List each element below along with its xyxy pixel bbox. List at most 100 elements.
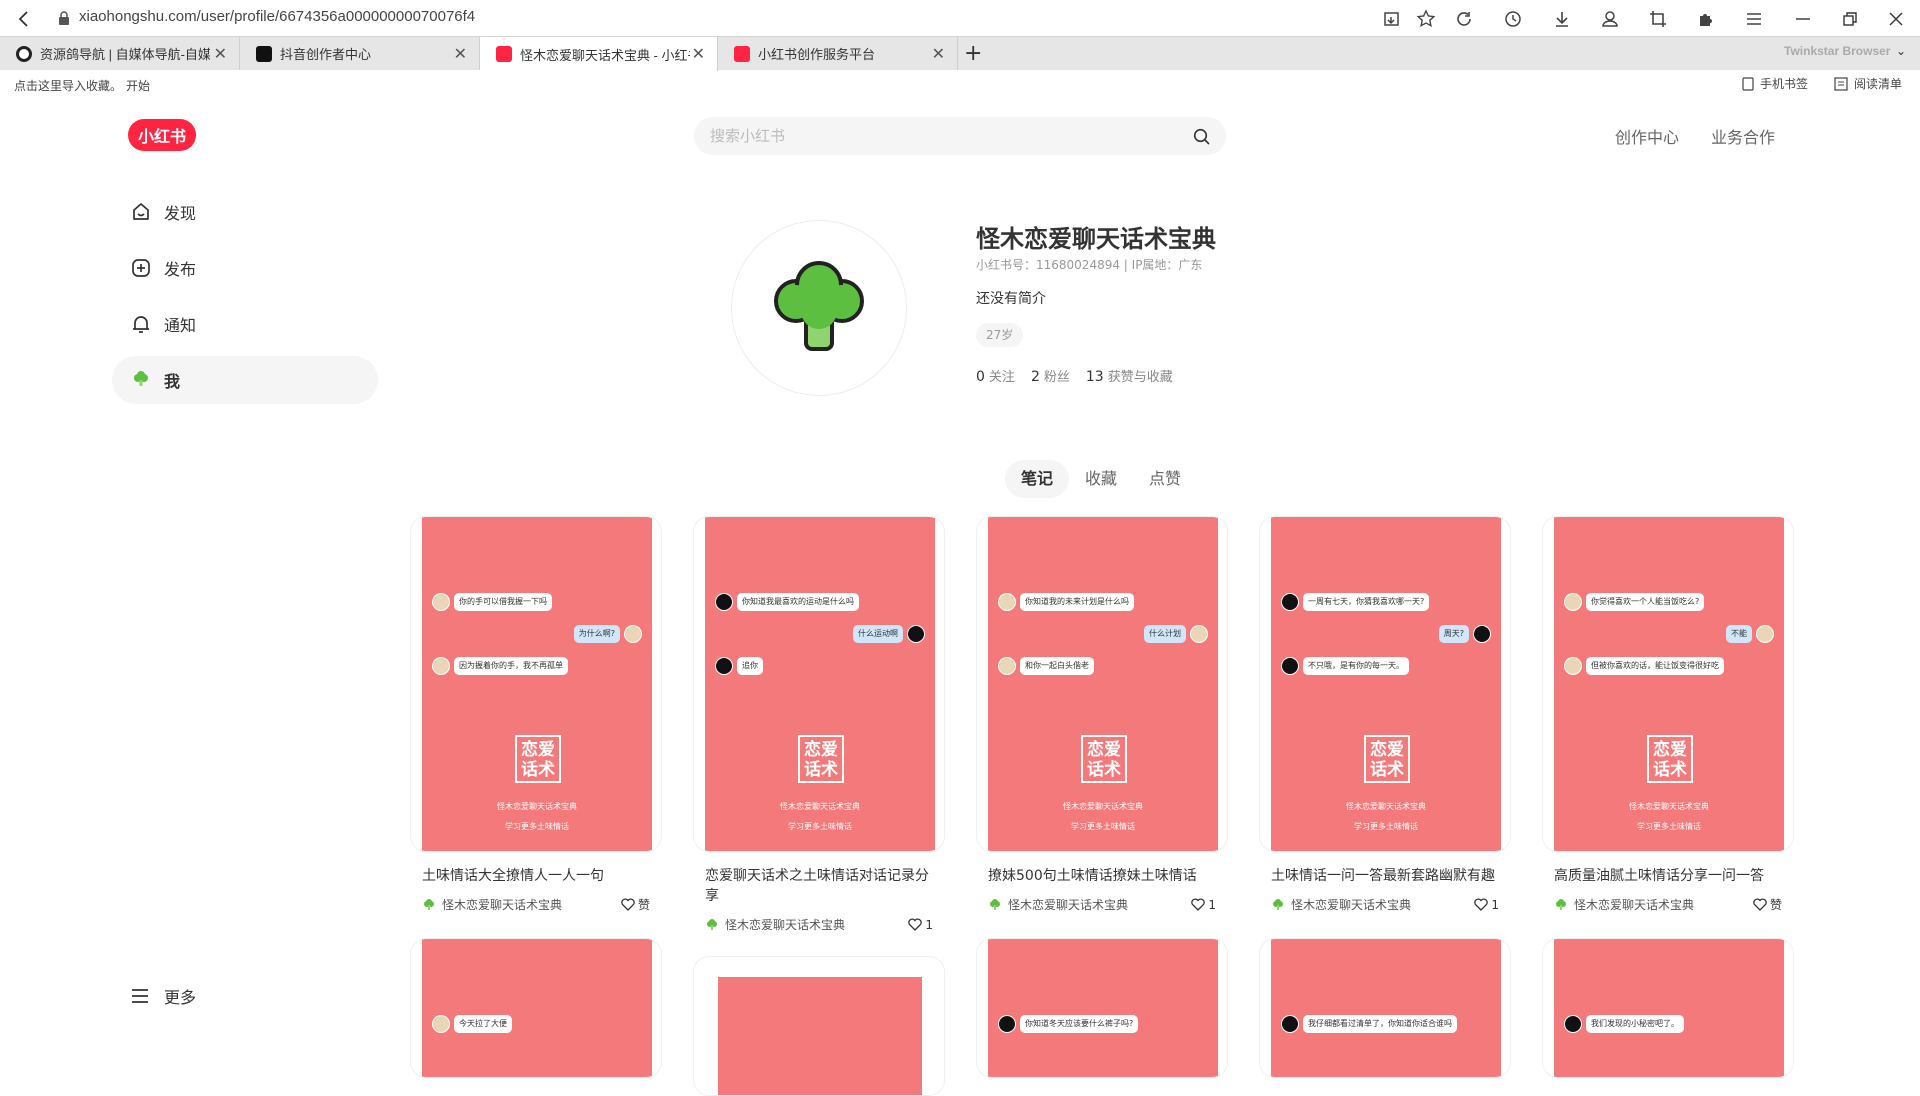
- note-author[interactable]: 怪木恋爱聊天话术宝典: [422, 896, 562, 913]
- browser-tab-1[interactable]: 资源鸽导航 | 自媒体导航-自媒 ✕: [0, 37, 240, 70]
- note-meta: 怪木恋爱聊天话术宝典 赞: [1542, 896, 1794, 913]
- like-button[interactable]: 赞: [621, 896, 650, 913]
- sidebar-item-label: 我: [164, 372, 181, 391]
- note-card[interactable]: 一周有七天，你猜我喜欢哪一天? 周天? 不只哦，是有你的每一天。 恋爱 话术 怪木恋爱聊天…: [1259, 516, 1511, 913]
- close-tab-icon[interactable]: ✕: [454, 44, 467, 64]
- note-title[interactable]: 土味情话大全撩情人一人一句: [410, 866, 662, 886]
- sidebar-more-button[interactable]: 更多: [130, 984, 196, 1008]
- screenshot-icon[interactable]: [1382, 9, 1402, 29]
- new-tab-icon[interactable]: +: [964, 41, 982, 66]
- note-cover[interactable]: 你觉得喜欢一个人能当饭吃么? 不能 但被你喜欢的话，能让饭变得很好吃 恋爱 话术 怪木恋爱…: [1542, 516, 1794, 852]
- like-button[interactable]: 1: [908, 918, 933, 932]
- tab-favicon-icon: [16, 45, 32, 62]
- note-card[interactable]: 我们发现的小秘密吧了。: [1542, 938, 1794, 1078]
- close-window-icon[interactable]: [1886, 9, 1906, 29]
- account-icon[interactable]: [1600, 9, 1620, 29]
- search-input[interactable]: [694, 117, 1154, 155]
- sidebar-item-label: 发布: [164, 260, 197, 279]
- note-cover[interactable]: [693, 956, 945, 1096]
- like-count: 1: [1491, 897, 1499, 912]
- history-icon[interactable]: [1503, 9, 1523, 29]
- following-label: 关注: [988, 370, 1015, 385]
- tab-notes[interactable]: 笔记: [1005, 460, 1070, 498]
- xiaohongshu-logo[interactable]: 小红书: [128, 119, 196, 151]
- note-cover[interactable]: 今天拉了大便: [410, 938, 662, 1078]
- chevron-down-icon[interactable]: ⌄: [1896, 44, 1906, 58]
- following-stat[interactable]: 0 关注: [976, 366, 1015, 385]
- browser-tab-2[interactable]: 抖音创作者中心 ✕: [240, 37, 480, 70]
- star-icon[interactable]: [1416, 9, 1436, 29]
- tab-liked[interactable]: 点赞: [1133, 460, 1197, 498]
- cover-image: 你觉得喜欢一个人能当饭吃么? 不能 但被你喜欢的话，能让饭变得很好吃 恋爱 话术 怪木恋爱…: [1554, 517, 1784, 851]
- note-card[interactable]: 今天拉了大便: [410, 938, 662, 1078]
- note-cover[interactable]: 你知道我最喜欢的运动是什么吗 什么运动啊 追你 恋爱 话术 怪木恋爱聊天话术宝典 学习更多土…: [693, 516, 945, 852]
- note-title[interactable]: 恋爱聊天话术之土味情话对话记录分享: [693, 866, 945, 906]
- hamburger-icon: [132, 989, 148, 1003]
- extensions-icon[interactable]: [1696, 9, 1716, 29]
- note-author[interactable]: 怪木恋爱聊天话术宝典: [1271, 896, 1411, 913]
- profile-avatar[interactable]: [731, 220, 907, 396]
- note-author[interactable]: 怪木恋爱聊天话术宝典: [988, 896, 1128, 913]
- note-cover[interactable]: 你知道冬天应该要什么裤子吗?: [976, 938, 1228, 1078]
- note-cover[interactable]: 一周有七天，你猜我喜欢哪一天? 周天? 不只哦，是有你的每一天。 恋爱 话术 怪木恋爱聊天…: [1259, 516, 1511, 852]
- browser-tab-4[interactable]: 小红书创作服务平台 ✕: [718, 37, 958, 70]
- chat-avatar-dark-icon: [715, 657, 733, 675]
- stamp-line-2: 话术: [1653, 760, 1687, 780]
- cover-caption-2: 学习更多土味情话: [1071, 822, 1135, 831]
- cover-caption-1: 怪木恋爱聊天话术宝典: [1346, 802, 1426, 811]
- note-card[interactable]: 你知道我最喜欢的运动是什么吗 什么运动啊 追你 恋爱 话术 怪木恋爱聊天话术宝典 学习更多土…: [693, 516, 945, 933]
- note-title[interactable]: 撩妹500句土味情话撩妹土味情话: [976, 866, 1228, 886]
- creator-center-link[interactable]: 创作中心: [1615, 124, 1679, 148]
- like-button[interactable]: 1: [1474, 898, 1499, 912]
- back-arrow-icon[interactable]: [14, 9, 34, 29]
- sidebar-item-publish[interactable]: 发布: [112, 244, 378, 292]
- author-avatar-icon: [424, 898, 434, 910]
- close-tab-icon[interactable]: ✕: [692, 44, 705, 64]
- note-title[interactable]: 土味情话一问一答最新套路幽默有趣: [1259, 866, 1511, 886]
- note-card[interactable]: 你知道冬天应该要什么裤子吗?: [976, 938, 1228, 1078]
- restore-icon[interactable]: [1840, 9, 1860, 29]
- refresh-icon[interactable]: [1454, 9, 1474, 29]
- note-author[interactable]: 怪木恋爱聊天话术宝典: [705, 916, 845, 933]
- author-avatar-icon: [990, 898, 1000, 910]
- cover-image: 我们发现的小秘密吧了。: [1554, 939, 1784, 1077]
- search-icon[interactable]: [1193, 128, 1210, 145]
- note-cover[interactable]: 我仔细都看过清单了，你知道你适合谁吗: [1259, 938, 1511, 1078]
- sidebar-item-discover[interactable]: 发现: [112, 188, 378, 236]
- like-button[interactable]: 1: [1191, 898, 1216, 912]
- menu-icon[interactable]: [1744, 9, 1764, 29]
- note-card[interactable]: 你觉得喜欢一个人能当饭吃么? 不能 但被你喜欢的话，能让饭变得很好吃 恋爱 话术 怪木恋爱…: [1542, 516, 1794, 913]
- browser-tab-3[interactable]: 怪木恋爱聊天话术宝典 - 小红书 ✕: [480, 37, 718, 71]
- note-meta: 怪木恋爱聊天话术宝典 赞: [410, 896, 662, 913]
- bookmark-start-link[interactable]: 开始: [126, 77, 150, 94]
- browser-brand: Twinkstar Browser: [1784, 44, 1891, 58]
- chat-bubble: 不能: [1726, 625, 1752, 643]
- business-link[interactable]: 业务合作: [1711, 124, 1775, 148]
- note-card[interactable]: 我仔细都看过清单了，你知道你适合谁吗: [1259, 938, 1511, 1078]
- note-cover[interactable]: 我们发现的小秘密吧了。: [1542, 938, 1794, 1078]
- download-icon[interactable]: [1552, 9, 1572, 29]
- reading-list-button[interactable]: 阅读清单: [1834, 75, 1902, 92]
- note-card[interactable]: 你知道我的未来计划是什么吗 什么计划 和你一起白头偕老 恋爱 话术 怪木恋爱聊天话术宝典学…: [976, 516, 1228, 913]
- like-button[interactable]: 赞: [1753, 896, 1782, 913]
- stamp-line-1: 恋爱: [804, 740, 838, 760]
- note-card[interactable]: 你的手可以借我握一下吗 为什么啊? 因为握着你的手，我不再孤单 恋爱 话术 怪木恋爱聊天话…: [410, 516, 662, 913]
- tab-collections[interactable]: 收藏: [1069, 460, 1133, 498]
- note-cover[interactable]: 你知道我的未来计划是什么吗 什么计划 和你一起白头偕老 恋爱 话术 怪木恋爱聊天话术宝典学…: [976, 516, 1228, 852]
- bookmark-import-hint[interactable]: 点击这里导入收藏。: [14, 77, 122, 94]
- close-tab-icon[interactable]: ✕: [214, 44, 227, 64]
- followers-stat[interactable]: 2 粉丝: [1031, 366, 1070, 385]
- search-box[interactable]: [694, 117, 1226, 155]
- url-text[interactable]: xiaohongshu.com/user/profile/6674356a000…: [79, 8, 475, 25]
- note-cover[interactable]: 你的手可以借我握一下吗 为什么啊? 因为握着你的手，我不再孤单 恋爱 话术 怪木恋爱聊天话…: [410, 516, 662, 852]
- close-tab-icon[interactable]: ✕: [932, 44, 945, 64]
- note-author[interactable]: 怪木恋爱聊天话术宝典: [1554, 896, 1694, 913]
- chat-bubble: 你知道我最喜欢的运动是什么吗: [737, 593, 859, 611]
- note-card[interactable]: [693, 956, 945, 1096]
- sidebar-item-me[interactable]: 我: [112, 356, 378, 404]
- note-title[interactable]: 高质量油腻土味情话分享一问一答: [1542, 866, 1794, 886]
- sidebar-item-notifications[interactable]: 通知: [112, 300, 378, 348]
- minimize-icon[interactable]: [1793, 9, 1813, 29]
- mobile-bookmarks-button[interactable]: 手机书签: [1742, 75, 1808, 92]
- crop-icon[interactable]: [1648, 9, 1668, 29]
